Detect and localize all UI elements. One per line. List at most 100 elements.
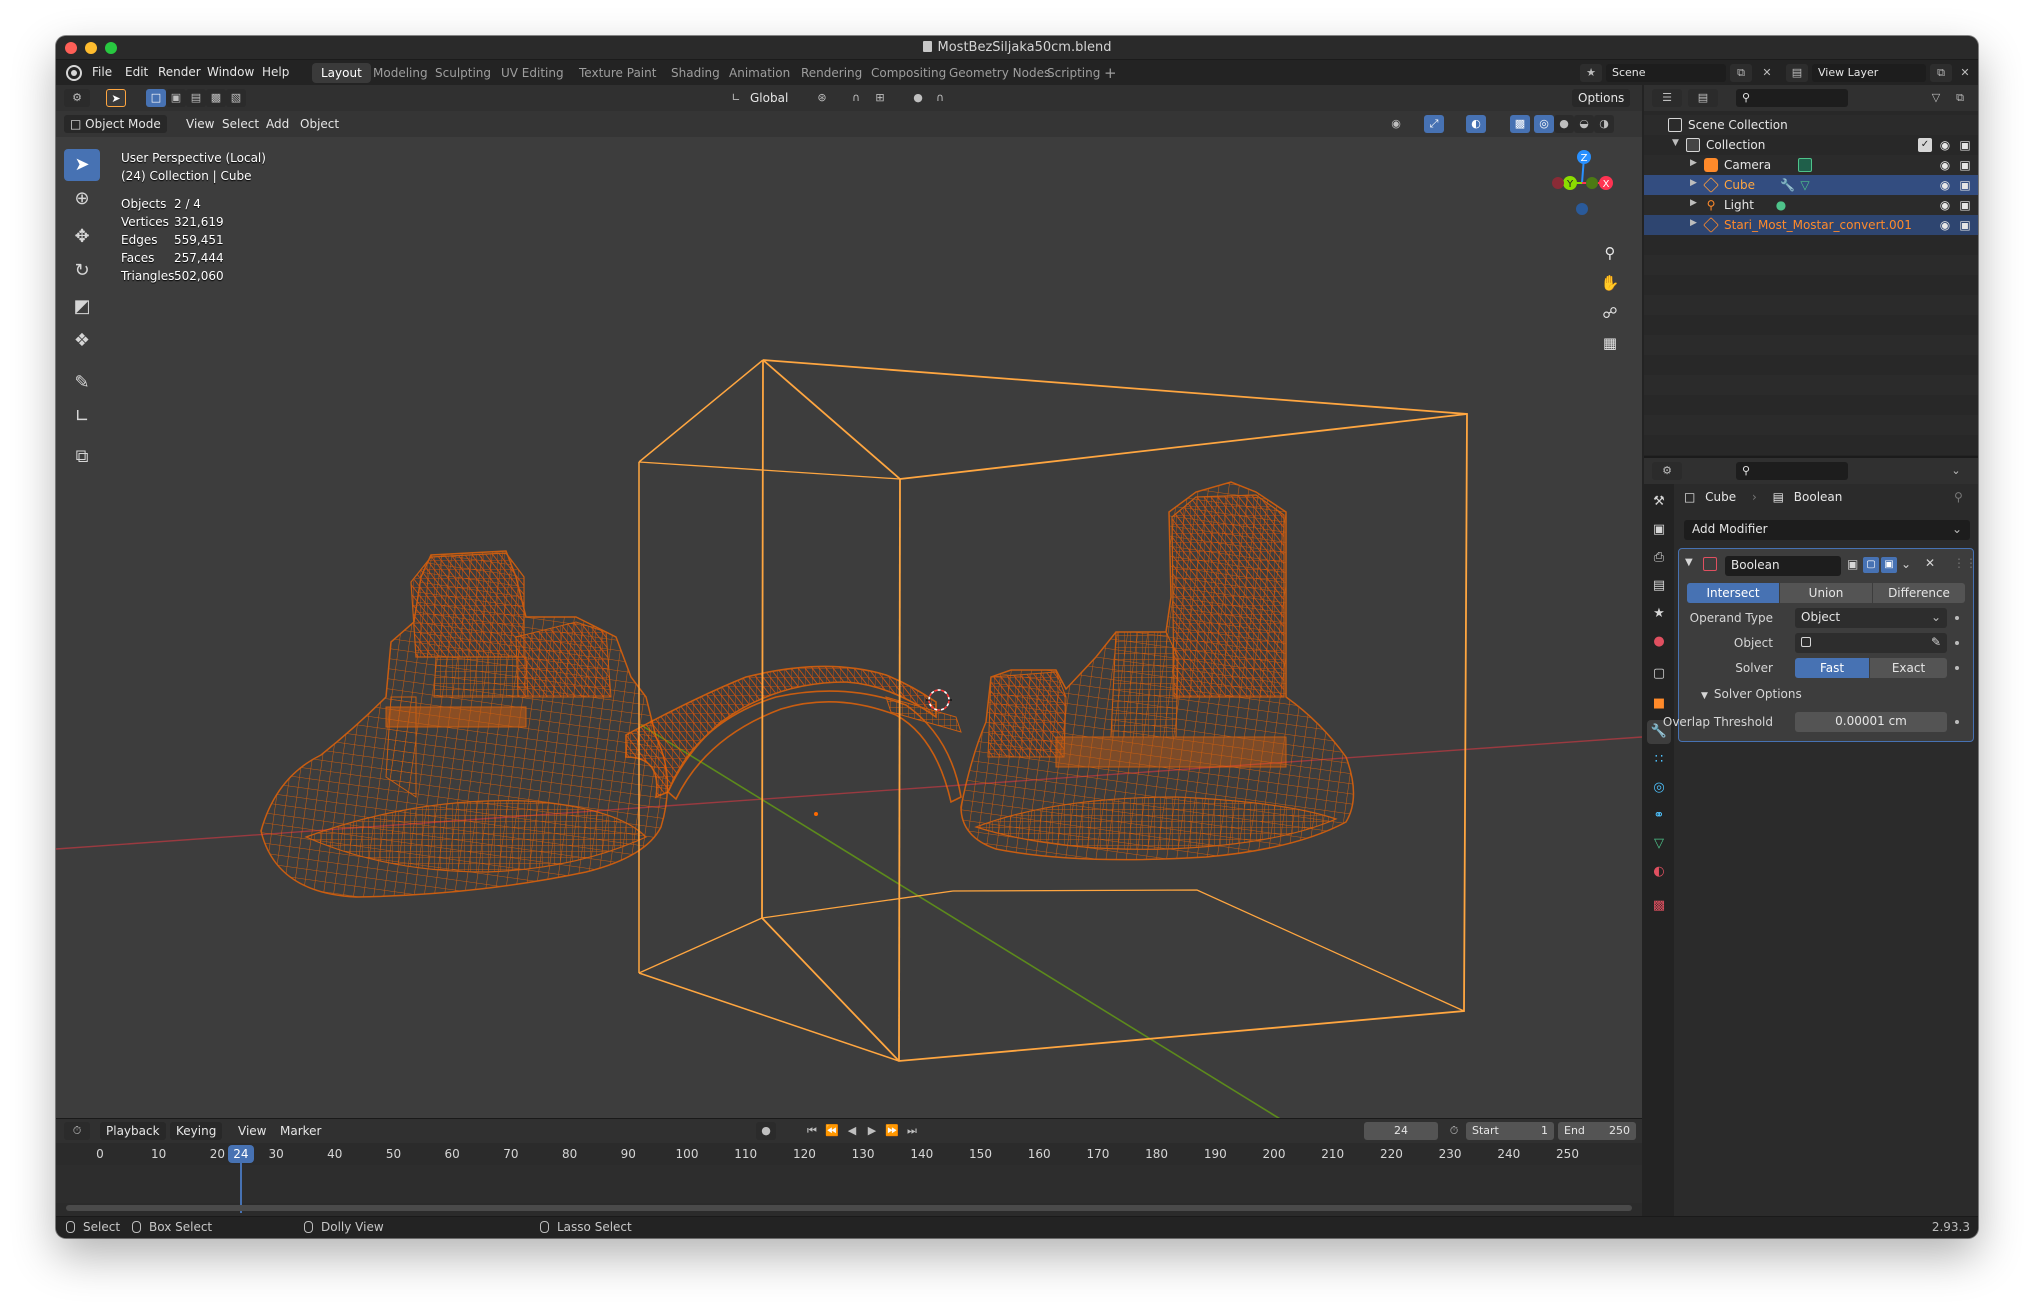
- rendered-shading-icon[interactable]: ◑: [1594, 115, 1614, 133]
- timeline-keyframe-area[interactable]: [56, 1165, 1642, 1203]
- proportional-editing-icon[interactable]: ●: [908, 89, 928, 107]
- material-tab-icon[interactable]: ◐: [1647, 860, 1671, 884]
- mode-dropdown[interactable]: □ Object Mode: [64, 115, 167, 133]
- delete-view-layer-icon[interactable]: ✕: [1954, 64, 1976, 82]
- filter-icon[interactable]: ▽: [1926, 89, 1946, 107]
- pin-icon[interactable]: ⚲: [1954, 490, 1963, 504]
- tab-texture-paint[interactable]: Texture Paint: [570, 63, 665, 83]
- light-data-icon[interactable]: ●: [1774, 198, 1788, 212]
- options-dropdown[interactable]: Options: [1572, 89, 1631, 107]
- snap-target-icon[interactable]: ⊞: [870, 89, 890, 107]
- auto-keying-icon[interactable]: ●: [756, 1122, 776, 1140]
- scene-selector-icon[interactable]: ★: [1580, 64, 1602, 82]
- exclude-checkbox[interactable]: ✓: [1918, 138, 1932, 152]
- view-layer-tab-icon[interactable]: ▤: [1647, 574, 1671, 598]
- object-picker-field[interactable]: ✎: [1795, 633, 1947, 653]
- solver-exact[interactable]: Exact: [1870, 658, 1947, 678]
- modifier-menu-icon[interactable]: ⌄: [1901, 557, 1911, 571]
- falloff-icon[interactable]: ∩: [930, 89, 950, 107]
- render-camera-icon[interactable]: ▣: [1958, 178, 1972, 192]
- operand-type-dropdown[interactable]: Object ⌄: [1795, 608, 1947, 628]
- outliner-row-scene-collection[interactable]: Scene Collection: [1644, 115, 1978, 135]
- overlap-threshold-field[interactable]: 0.00001 cm: [1795, 712, 1947, 732]
- render-camera-icon[interactable]: ▣: [1958, 138, 1972, 152]
- menu-marker[interactable]: Marker: [274, 1122, 327, 1140]
- object-tab-icon[interactable]: ■: [1647, 692, 1671, 716]
- modifier-name-field[interactable]: Boolean: [1725, 556, 1841, 576]
- blender-logo-icon[interactable]: [66, 65, 82, 81]
- collapse-caret-icon[interactable]: ▼: [1685, 557, 1693, 568]
- cursor-tool-icon[interactable]: ⊕: [64, 183, 100, 215]
- visibility-eye-icon[interactable]: ◉: [1938, 138, 1952, 152]
- view-layer-selector-icon[interactable]: ▤: [1786, 64, 1808, 82]
- transform-orientation-dropdown[interactable]: Global: [744, 89, 794, 107]
- ortho-grid-icon[interactable]: ▦: [1596, 329, 1624, 357]
- outliner-row-cube[interactable]: ▶ Cube 🔧 ▽ ◉ ▣: [1644, 175, 1978, 195]
- menu-render[interactable]: Render: [158, 65, 201, 79]
- tab-sculpting[interactable]: Sculpting: [426, 63, 500, 83]
- edit-mode-toggle-icon[interactable]: ▣: [1847, 557, 1858, 571]
- keyframe-dot[interactable]: [1955, 720, 1959, 724]
- expand-caret-icon[interactable]: ▶: [1690, 218, 1697, 228]
- select-extend-icon[interactable]: ▣: [166, 89, 186, 107]
- viewport-scene[interactable]: [56, 137, 1642, 1167]
- solver-options-subpanel[interactable]: ▼ Solver Options: [1701, 687, 1802, 701]
- mesh-data-icon[interactable]: ▽: [1798, 178, 1812, 192]
- viewport-toggle-icon[interactable]: ▢: [1863, 557, 1879, 573]
- tool-tab-icon[interactable]: ⚒: [1647, 490, 1671, 514]
- eyedropper-icon[interactable]: ✎: [1931, 635, 1941, 649]
- world-tab-icon[interactable]: ●: [1647, 630, 1671, 654]
- physics-tab-icon[interactable]: ◎: [1647, 776, 1671, 800]
- menu-window[interactable]: Window: [207, 65, 254, 79]
- constraints-tab-icon[interactable]: ⚭: [1647, 804, 1671, 828]
- particles-tab-icon[interactable]: ∷: [1647, 748, 1671, 772]
- tab-uv-editing[interactable]: UV Editing: [492, 63, 573, 83]
- menu-keying[interactable]: Keying: [170, 1122, 223, 1140]
- outliner-row-camera[interactable]: ▶ Camera ◉ ▣: [1644, 155, 1978, 175]
- menu-timeline-view[interactable]: View: [232, 1122, 272, 1140]
- keyframe-dot[interactable]: [1955, 641, 1959, 645]
- render-camera-icon[interactable]: ▣: [1958, 218, 1972, 232]
- output-tab-icon[interactable]: ⎙: [1647, 546, 1671, 570]
- tab-layout[interactable]: Layout: [312, 63, 371, 83]
- pivot-point-icon[interactable]: ⊛: [812, 89, 832, 107]
- texture-tab-icon[interactable]: ▩: [1647, 894, 1671, 918]
- visibility-eye-icon[interactable]: ◉: [1938, 158, 1952, 172]
- outliner-row-collection[interactable]: ▼ Collection ✓ ◉ ▣: [1644, 135, 1978, 155]
- overlays-toggle-icon[interactable]: ◐: [1466, 115, 1486, 133]
- keyframe-dot[interactable]: [1955, 666, 1959, 670]
- tab-animation[interactable]: Animation: [720, 63, 799, 83]
- scale-tool-icon[interactable]: ◩: [64, 291, 100, 323]
- transform-tool-icon[interactable]: ❖: [64, 325, 100, 357]
- add-workspace-icon[interactable]: +: [1104, 64, 1117, 82]
- start-frame-field[interactable]: Start 1: [1466, 1122, 1554, 1140]
- visibility-icon[interactable]: ◉: [1386, 115, 1406, 133]
- select-subtract-icon[interactable]: ▤: [186, 89, 206, 107]
- outliner-row-light[interactable]: ▶ ⚲ Light ● ◉ ▣: [1644, 195, 1978, 215]
- xray-toggle-icon[interactable]: ▩: [1510, 115, 1530, 133]
- jump-end-icon[interactable]: ⏭: [902, 1122, 922, 1140]
- play-icon[interactable]: ▶: [862, 1122, 882, 1140]
- wireframe-shading-icon[interactable]: ◎: [1534, 115, 1554, 133]
- modifier-wrench-icon[interactable]: 🔧: [1780, 178, 1795, 192]
- new-view-layer-icon[interactable]: ⧉: [1930, 64, 1952, 82]
- scene-tab-icon[interactable]: ★: [1647, 602, 1671, 626]
- zoom-icon[interactable]: ⚲: [1596, 239, 1624, 267]
- jump-prev-key-icon[interactable]: ⏪: [822, 1122, 842, 1140]
- solver-fast[interactable]: Fast: [1795, 658, 1869, 678]
- scene-name-field[interactable]: Scene: [1606, 64, 1726, 82]
- editor-type-icon[interactable]: ⚙: [64, 89, 90, 107]
- select-box-tool-icon[interactable]: ➤: [64, 149, 100, 181]
- select-tool-icon[interactable]: ➤: [106, 89, 126, 107]
- jump-next-key-icon[interactable]: ⏩: [882, 1122, 902, 1140]
- view-layer-field[interactable]: View Layer: [1812, 64, 1926, 82]
- jump-start-icon[interactable]: ⏮: [802, 1122, 822, 1140]
- remove-modifier-icon[interactable]: ✕: [1925, 556, 1935, 570]
- add-cube-tool-icon[interactable]: ⧉: [64, 441, 100, 473]
- material-shading-icon[interactable]: ◒: [1574, 115, 1594, 133]
- data-tab-icon[interactable]: ▽: [1647, 832, 1671, 856]
- camera-data-icon[interactable]: [1798, 158, 1812, 172]
- transform-orientation-icon[interactable]: ∟: [726, 89, 746, 107]
- timeline-ruler[interactable]: 0 10 20 30 40 50 60 70 80 90 100 110 120 130 140 150 160…: [56, 1143, 1642, 1165]
- visibility-eye-icon[interactable]: ◉: [1938, 198, 1952, 212]
